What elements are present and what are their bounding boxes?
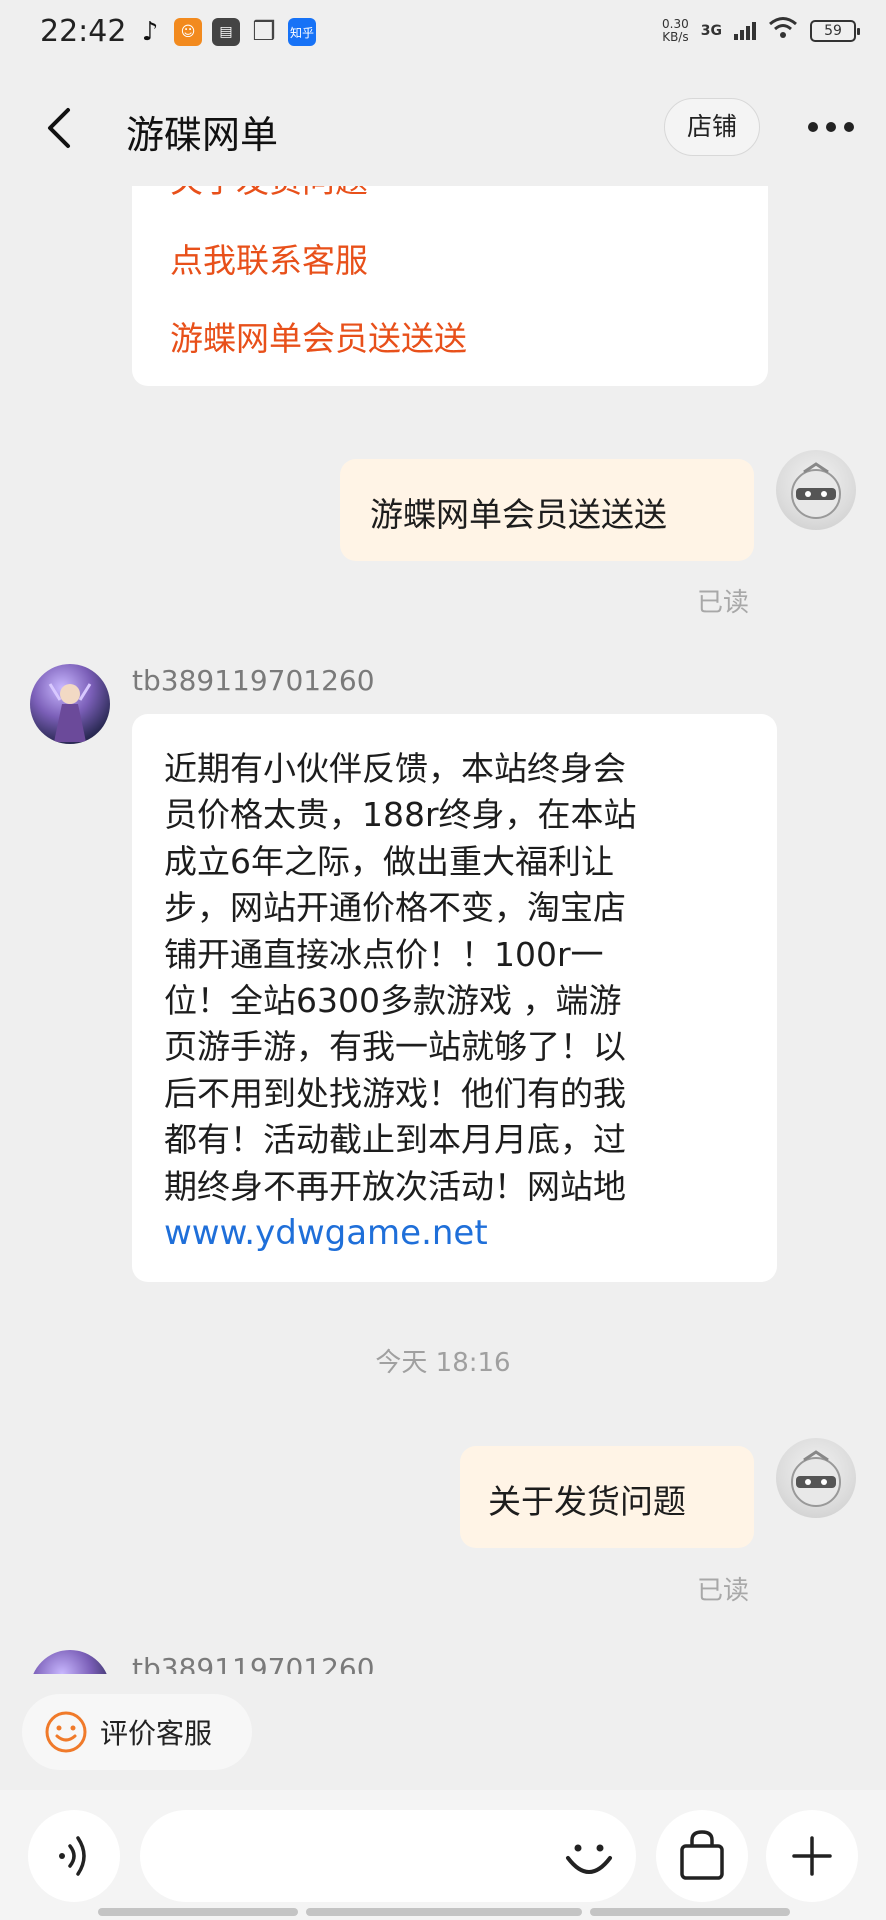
message-line: 位！全站6300多款游戏 ，端游 xyxy=(164,981,622,1021)
website-link[interactable]: www.ydwgame.net xyxy=(164,1210,777,1256)
message-line: 都有！活动截止到本月月底，过 xyxy=(164,1120,626,1160)
message-line: 铺开通直接冰点价！！100r一 xyxy=(164,934,604,974)
battery-icon: 59 xyxy=(810,20,860,42)
network-type: 3G xyxy=(700,23,722,39)
status-bar: 22:42 ♪ ☺ ▤ ❒ 知乎 0.30 KB/s 3G 59 xyxy=(0,0,886,72)
net-speed: 0.30 KB/s xyxy=(662,18,689,44)
ninja-avatar-icon xyxy=(791,1450,841,1507)
evaluate-service-button[interactable]: 评价客服 xyxy=(22,1694,252,1770)
plus-icon xyxy=(792,1836,832,1876)
sender-name: tb389119701260 xyxy=(132,664,375,697)
back-arrow-icon[interactable] xyxy=(40,106,80,150)
smile-icon xyxy=(45,1711,87,1753)
chat-header: 游碟网单 店铺 xyxy=(0,72,886,186)
tiktok-icon: ♪ xyxy=(141,17,159,47)
read-status: 已读 xyxy=(697,1576,750,1606)
book-icon: ❒ xyxy=(252,17,276,47)
menu-link-contact-service[interactable]: 点我联系客服 xyxy=(170,234,368,282)
more-actions-button[interactable] xyxy=(766,1810,858,1902)
voice-button[interactable] xyxy=(28,1810,120,1902)
read-status: 已读 xyxy=(697,588,750,618)
user-avatar[interactable] xyxy=(776,450,856,530)
voice-icon xyxy=(59,1836,86,1876)
notification-icons: ♪ ☺ ▤ ❒ 知乎 xyxy=(136,17,316,47)
shop-avatar[interactable] xyxy=(30,664,110,744)
message-line: 步，网站开通价格不变，淘宝店 xyxy=(164,888,626,928)
message-text: 关于发货问题 xyxy=(488,1482,686,1521)
character-avatar-icon xyxy=(48,683,92,742)
home-indicator xyxy=(98,1908,298,1916)
status-time: 22:42 xyxy=(40,14,127,49)
message-line: 近期有小伙伴反馈，本站终身会 xyxy=(164,749,626,788)
input-bar xyxy=(0,1790,886,1920)
taobao-app-icon: ☺ xyxy=(174,18,202,46)
signal-icon xyxy=(734,22,756,40)
message-line: 员价格太贵，188r终身，在本站 xyxy=(164,795,637,835)
quick-menu-bubble: 关于发货问题 点我联系客服 游蝶网单会员送送送 xyxy=(132,186,768,386)
message-line: 后不用到处找游戏！他们有的我 xyxy=(164,1073,626,1113)
user-avatar[interactable] xyxy=(776,1438,856,1518)
shopping-bag-icon xyxy=(680,1830,724,1880)
shop-button[interactable]: 店铺 xyxy=(664,98,760,156)
home-indicator xyxy=(590,1908,790,1916)
sender-name: tb389119701260 xyxy=(132,1652,375,1674)
zhihu-icon: 知乎 xyxy=(288,18,316,46)
shop-avatar[interactable] xyxy=(30,1650,110,1674)
message-line: 页游手游，有我一站就够了！以 xyxy=(164,1027,626,1067)
message-text: 游蝶网单会员送送送 xyxy=(370,495,667,534)
outgoing-message-bubble[interactable]: 关于发货问题 xyxy=(460,1446,754,1548)
home-indicator xyxy=(306,1908,582,1916)
message-line: 期终身不再开放次活动！网站地 xyxy=(164,1166,626,1206)
time-divider: 今天 18:16 xyxy=(375,1348,511,1378)
outgoing-message-bubble[interactable]: 游蝶网单会员送送送 xyxy=(340,459,754,561)
evaluate-service-label: 评价客服 xyxy=(100,1717,213,1750)
card-app-icon: ▤ xyxy=(212,18,240,46)
ninja-avatar-icon xyxy=(791,462,841,519)
chat-messages[interactable]: 关于发货问题 点我联系客服 游蝶网单会员送送送 游蝶网单会员送送送 已读 tb3… xyxy=(0,186,886,1674)
emoji-icon[interactable] xyxy=(562,1830,616,1884)
more-icon[interactable] xyxy=(808,122,854,132)
page-title: 游碟网单 xyxy=(126,113,279,157)
menu-link-shipping[interactable]: 关于发货问题 xyxy=(170,186,368,202)
message-line: 成立6年之际，做出重大福利让 xyxy=(164,841,614,881)
menu-link-membership[interactable]: 游蝶网单会员送送送 xyxy=(170,312,467,360)
product-button[interactable] xyxy=(656,1810,748,1902)
system-status: 0.30 KB/s 3G 59 xyxy=(662,16,860,46)
incoming-message-bubble[interactable]: 近期有小伙伴反馈，本站终身会 员价格太贵，188r终身，在本站 成立6年之际，做… xyxy=(132,714,777,1282)
wifi-icon xyxy=(768,16,798,46)
net-speed-unit: KB/s xyxy=(662,30,689,44)
